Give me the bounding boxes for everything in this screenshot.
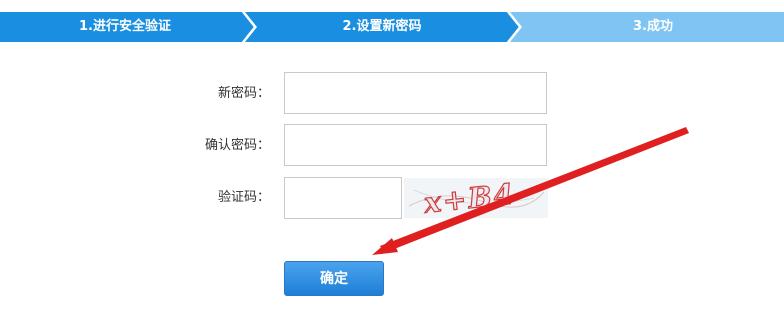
step-progress-bar: 1.进行安全验证 2.设置新密码 3.成功 [0, 12, 784, 42]
confirm-password-field[interactable] [284, 124, 547, 166]
step-1-label: 1.进行安全验证 [79, 19, 171, 34]
new-password-label: 新密码： [217, 86, 270, 101]
captcha-label: 验证码： [217, 190, 270, 205]
reset-password-page: 1.进行安全验证 2.设置新密码 3.成功 新密码： 确认密码： 验证码： x+… [0, 0, 784, 336]
step-3-label: 3.成功 [633, 19, 673, 34]
new-password-field[interactable] [284, 72, 547, 114]
confirm-password-label: 确认密码： [204, 138, 270, 153]
red-arrow-annotation [372, 127, 689, 255]
step-2-label: 2.设置新密码 [342, 19, 422, 34]
confirm-button[interactable]: 确定 [284, 261, 384, 296]
arrow-head [372, 238, 398, 255]
captcha-image[interactable]: x+B4 [404, 178, 548, 218]
captcha-input[interactable] [284, 177, 402, 219]
